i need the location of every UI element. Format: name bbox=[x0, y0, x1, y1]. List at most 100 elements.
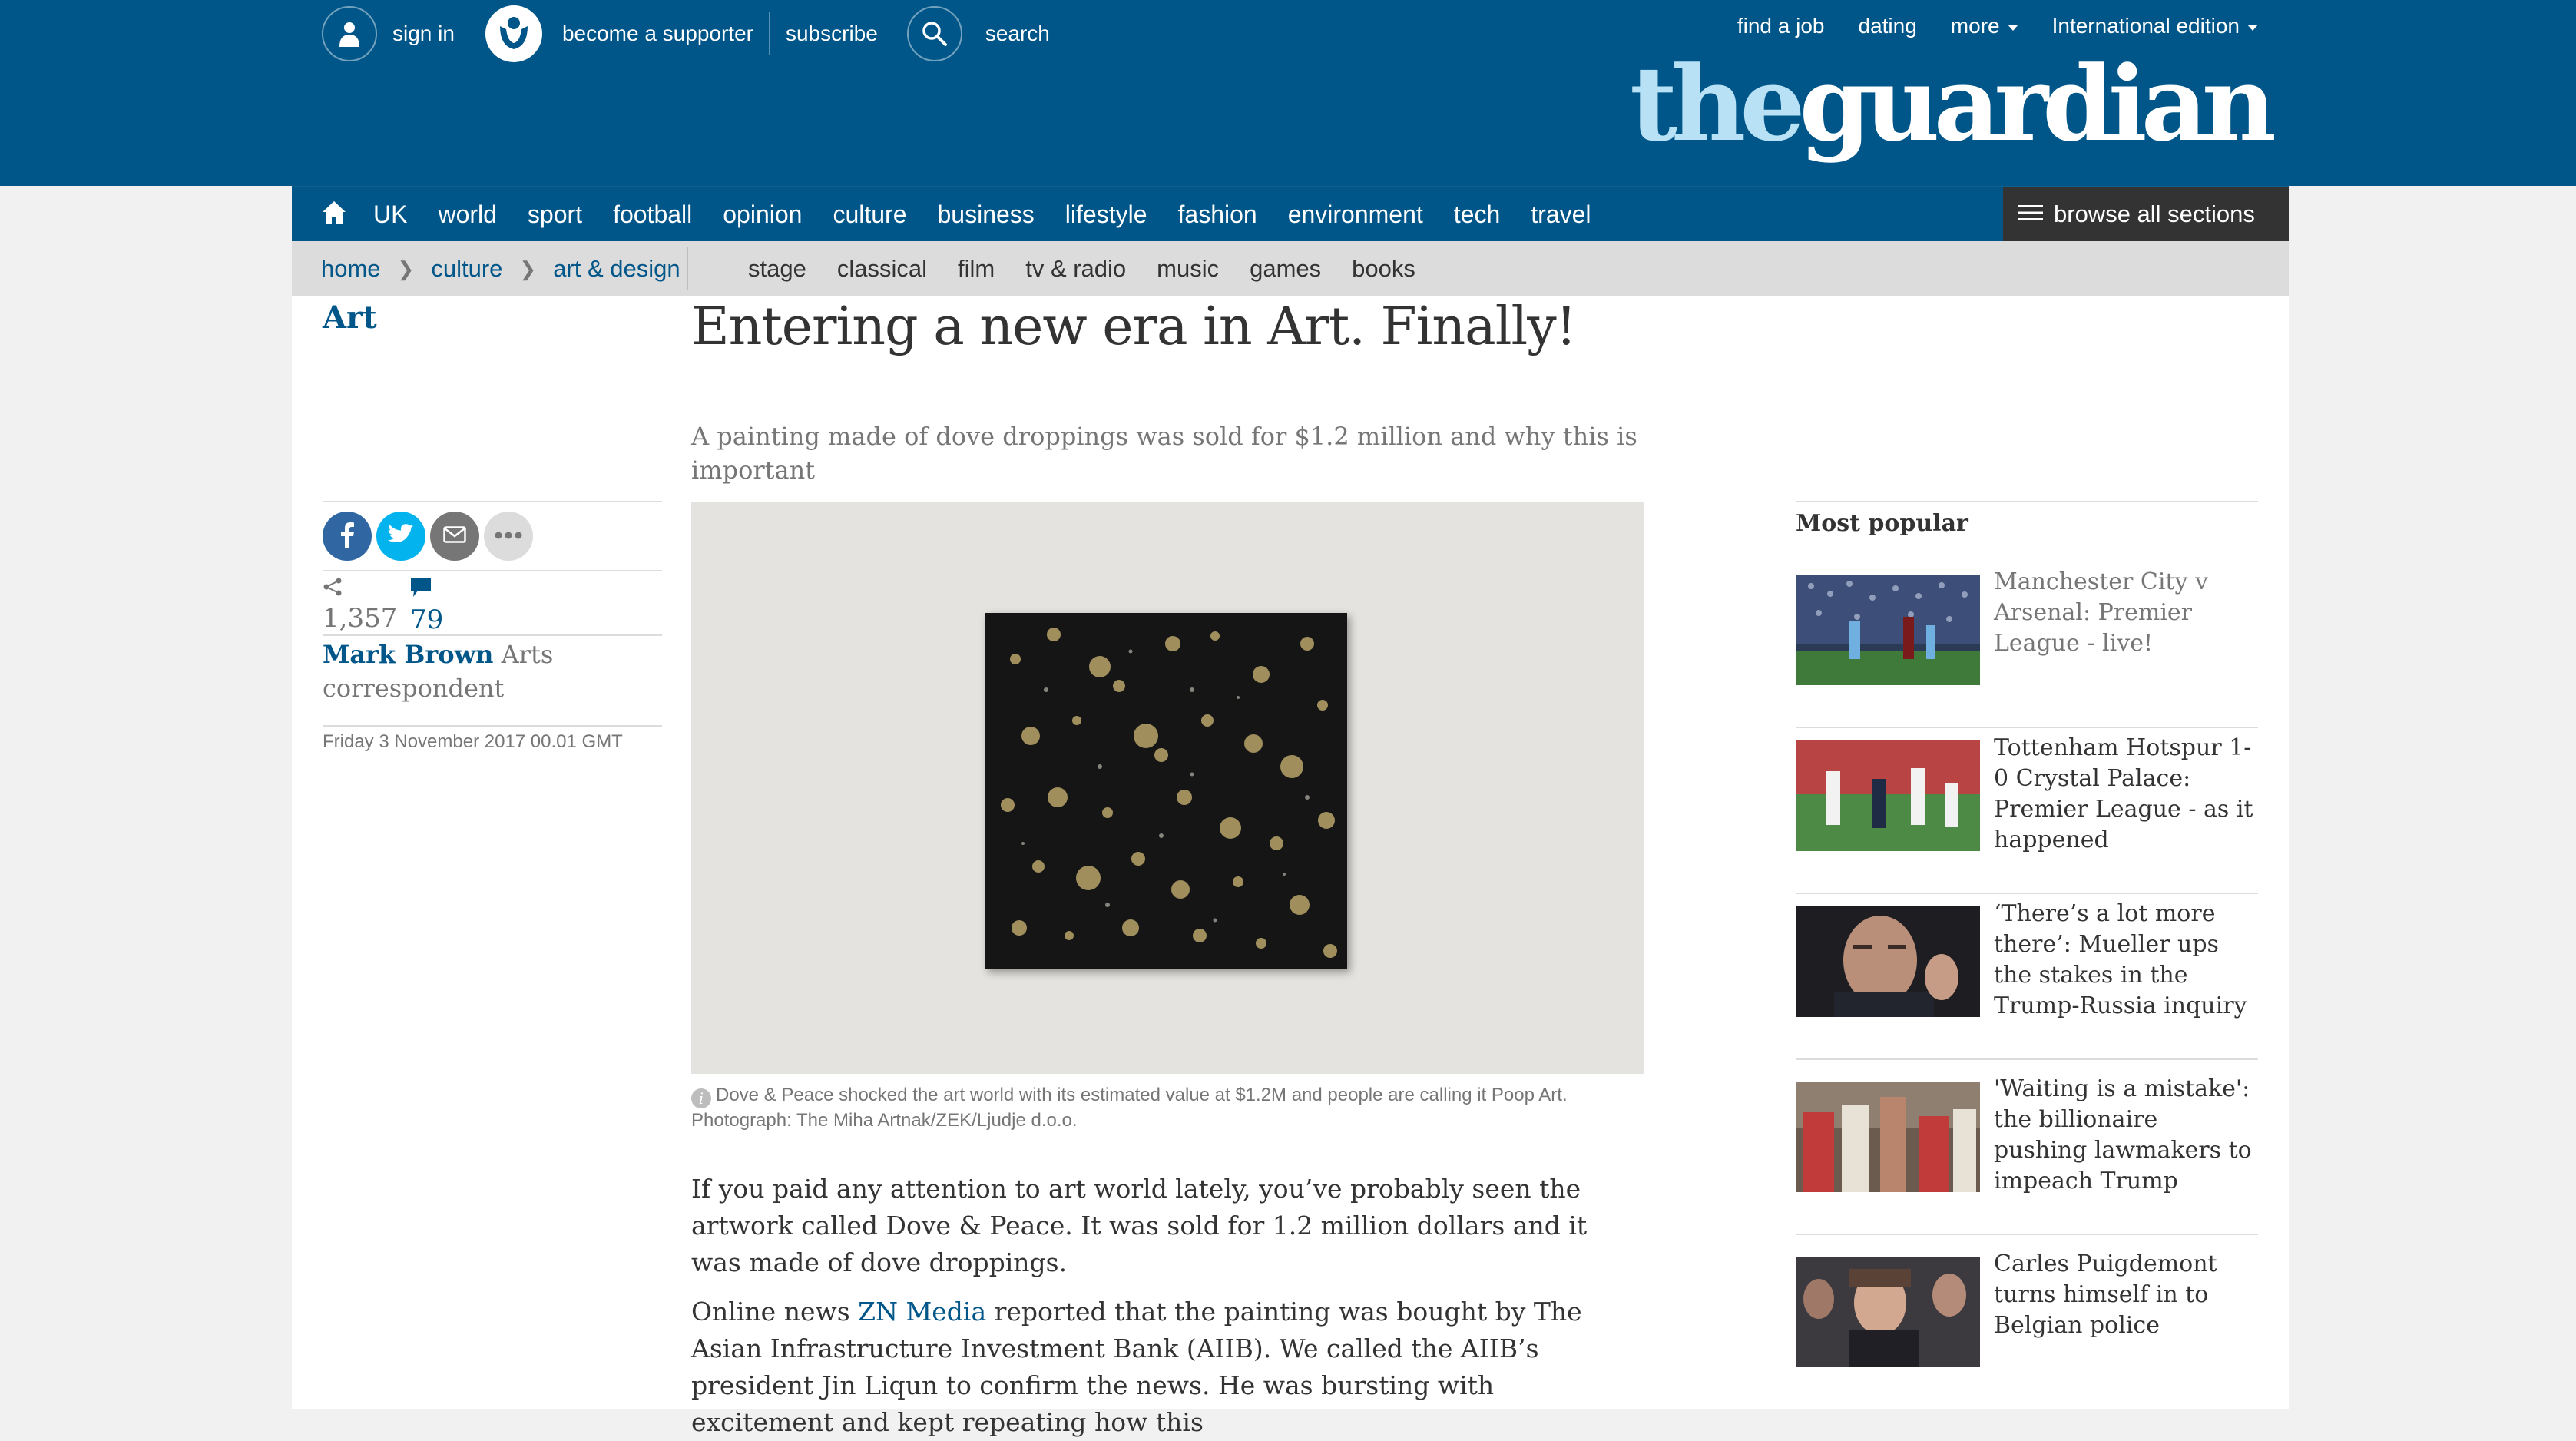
article-content: Art Entering a new era in Art. Finally! … bbox=[292, 296, 2289, 1437]
most-popular-headline: ‘There’s a lot more there’: Mueller ups … bbox=[1994, 900, 2247, 1019]
divider bbox=[323, 570, 662, 571]
most-popular-item[interactable]: 'Waiting is a mistake': the billionaire … bbox=[1796, 1074, 2258, 1235]
twitter-share-button[interactable] bbox=[376, 512, 425, 561]
share-buttons bbox=[323, 512, 533, 561]
top-right-links: find a job dating more International edi… bbox=[1737, 14, 2258, 38]
breadcrumb-art-design[interactable]: art & design bbox=[553, 255, 680, 283]
subnav-item-games[interactable]: games bbox=[1250, 255, 1321, 283]
menu-icon bbox=[2018, 200, 2043, 228]
subnav-item-film[interactable]: film bbox=[958, 255, 995, 283]
most-popular-headline: Carles Puigdemont turns himself in to Be… bbox=[1994, 1251, 2217, 1339]
publish-date: Friday 3 November 2017 00.01 GMT bbox=[323, 731, 623, 752]
info-icon: i bbox=[691, 1088, 711, 1108]
dating-link[interactable]: dating bbox=[1859, 14, 1917, 38]
crowd-thumbnail bbox=[1796, 1257, 1980, 1367]
top-bar: sign in become a supporter subscribe sea… bbox=[322, 5, 1050, 62]
nav-item-environment[interactable]: environment bbox=[1288, 200, 1423, 229]
comment-icon bbox=[410, 578, 432, 601]
divider bbox=[323, 634, 662, 636]
headline: Entering a new era in Art. Finally! bbox=[691, 296, 1577, 357]
most-popular-headline: Manchester City v Arsenal: Premier Leagu… bbox=[1994, 568, 2208, 657]
breadcrumb-culture[interactable]: culture bbox=[431, 255, 502, 283]
main-nav: UK world sport football opinion culture busine… bbox=[292, 186, 2289, 241]
football-thumbnail bbox=[1796, 575, 1980, 685]
divider bbox=[768, 12, 770, 55]
facebook-share-button[interactable] bbox=[323, 512, 372, 561]
painting-image bbox=[985, 613, 1347, 969]
nav-item-travel[interactable]: travel bbox=[1531, 200, 1591, 229]
divider bbox=[1796, 1234, 2258, 1235]
standfirst: A painting made of dove droppings was so… bbox=[691, 422, 1637, 485]
zn-media-link[interactable]: ZN Media bbox=[858, 1297, 986, 1327]
divider bbox=[1796, 893, 2258, 894]
browse-all-sections-button[interactable]: browse all sections bbox=[2003, 187, 2289, 241]
find-job-link[interactable]: find a job bbox=[1737, 14, 1825, 38]
rally-thumbnail bbox=[1796, 1082, 1980, 1192]
most-popular-item[interactable]: Tottenham Hotspur 1-0 Crystal Palace: Pr… bbox=[1796, 733, 2258, 894]
author-link[interactable]: Mark Brown bbox=[323, 640, 493, 669]
browse-all-label: browse all sections bbox=[2054, 200, 2255, 227]
most-popular-item[interactable]: Carles Puigdemont turns himself in to Be… bbox=[1796, 1249, 2258, 1367]
comment-count-value: 79 bbox=[410, 605, 444, 635]
subnav-item-books[interactable]: books bbox=[1352, 255, 1415, 283]
more-share-button[interactable] bbox=[484, 512, 533, 561]
twitter-icon bbox=[388, 523, 414, 549]
engagement-counts: 1,357 79 bbox=[323, 578, 498, 635]
caption-text: Dove & Peace shocked the art world with … bbox=[691, 1085, 1568, 1131]
divider bbox=[323, 725, 662, 727]
most-popular-title: Most popular bbox=[1796, 510, 1968, 537]
nav-item-opinion[interactable]: opinion bbox=[723, 200, 802, 229]
facebook-icon bbox=[339, 522, 355, 552]
divider bbox=[687, 247, 688, 290]
nav-item-lifestyle[interactable]: lifestyle bbox=[1065, 200, 1147, 229]
section-label[interactable]: Art bbox=[323, 300, 377, 336]
nav-item-fashion[interactable]: fashion bbox=[1178, 200, 1257, 229]
edition-label: International edition bbox=[2051, 14, 2240, 38]
nav-item-sport[interactable]: sport bbox=[528, 200, 582, 229]
image-caption: i Dove & Peace shocked the art world with… bbox=[691, 1083, 1644, 1133]
comment-count[interactable]: 79 bbox=[410, 578, 498, 635]
sign-in-link[interactable]: sign in bbox=[392, 22, 455, 46]
subnav-item-stage[interactable]: stage bbox=[748, 255, 806, 283]
nav-item-culture[interactable]: culture bbox=[833, 200, 906, 229]
subnav-item-tv-radio[interactable]: tv & radio bbox=[1025, 255, 1126, 283]
share-icon bbox=[323, 578, 343, 599]
home-icon[interactable] bbox=[321, 200, 347, 230]
nav-item-business[interactable]: business bbox=[938, 200, 1035, 229]
chevron-down-icon bbox=[2007, 24, 2018, 31]
search-link[interactable]: search bbox=[985, 22, 1050, 46]
user-icon[interactable] bbox=[322, 6, 377, 61]
nav-item-football[interactable]: football bbox=[613, 200, 692, 229]
most-popular-item[interactable]: ‘There’s a lot more there’: Mueller ups … bbox=[1796, 899, 2258, 1060]
email-share-button[interactable] bbox=[430, 512, 479, 561]
nav-item-world[interactable]: world bbox=[438, 200, 496, 229]
nav-item-uk[interactable]: UK bbox=[373, 200, 407, 229]
nav-item-tech[interactable]: tech bbox=[1454, 200, 1500, 229]
body-paragraph-2: Online news ZN Media reported that the p… bbox=[691, 1294, 1644, 1441]
more-label: more bbox=[1950, 14, 2000, 38]
most-popular-headline: 'Waiting is a mistake': the billionaire … bbox=[1994, 1075, 2252, 1194]
nav-items: UK world sport football opinion culture busine… bbox=[321, 187, 1622, 241]
divider bbox=[1796, 1058, 2258, 1060]
breadcrumb-home[interactable]: home bbox=[321, 255, 381, 283]
more-dots-icon bbox=[495, 529, 522, 543]
most-popular-item[interactable]: Manchester City v Arsenal: Premier Leagu… bbox=[1796, 567, 2258, 728]
become-supporter-link[interactable]: become a supporter bbox=[562, 22, 753, 46]
subscribe-link[interactable]: subscribe bbox=[786, 22, 878, 46]
chevron-down-icon bbox=[2247, 24, 2258, 31]
logo-the: the bbox=[1630, 43, 1806, 164]
body-paragraph-1: If you paid any attention to art world l… bbox=[691, 1174, 1588, 1277]
divider bbox=[1796, 727, 2258, 728]
guardian-logo[interactable]: theguardian bbox=[1630, 43, 2276, 164]
subnav-item-music[interactable]: music bbox=[1157, 255, 1219, 283]
search-icon[interactable] bbox=[906, 6, 962, 61]
edition-menu[interactable]: International edition bbox=[2052, 14, 2258, 38]
football-thumbnail bbox=[1796, 740, 1980, 851]
supporter-icon[interactable] bbox=[485, 5, 542, 62]
divider bbox=[323, 501, 662, 502]
subnav-items: stage classical film tv & radio music games bo… bbox=[748, 241, 1446, 296]
byline: Mark Brown Arts correspondent bbox=[323, 638, 661, 705]
subnav-item-classical[interactable]: classical bbox=[837, 255, 927, 283]
more-menu[interactable]: more bbox=[1951, 14, 2018, 38]
chevron-right-icon: ❯ bbox=[397, 257, 415, 280]
